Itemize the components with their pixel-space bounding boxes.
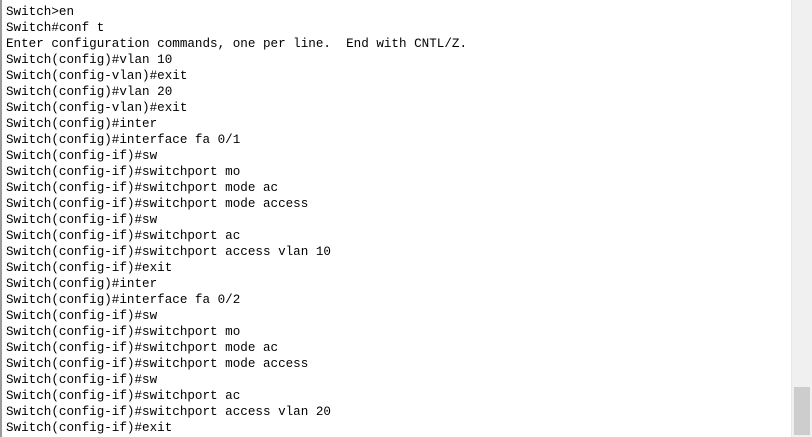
terminal-line: Switch(config-if)#switchport ac [6, 229, 241, 243]
terminal-line: Switch(config-if)#switchport access vlan… [6, 245, 331, 259]
terminal-line: Switch(config-if)#sw [6, 373, 158, 387]
terminal-line: Switch(config-vlan)#exit [6, 69, 188, 83]
terminal-line: Switch(config)#vlan 20 [6, 85, 173, 99]
terminal-line: Switch(config-if)#sw [6, 149, 158, 163]
terminal-line: Switch(config)#inter [6, 117, 158, 131]
terminal-line: Switch(config-vlan)#exit [6, 101, 188, 115]
terminal-line: Switch(config-if)#switchport mode access [6, 197, 309, 211]
vertical-scrollbar[interactable] [791, 0, 812, 437]
terminal-line: Switch(config)#interface fa 0/2 [6, 293, 241, 307]
terminal-line: Switch(config-if)#sw [6, 213, 158, 227]
terminal-line: Switch(config-if)#sw [6, 309, 158, 323]
terminal-line: Switch>en [6, 5, 75, 19]
terminal-line: Switch(config-if)#switchport mode ac [6, 341, 279, 355]
terminal-line: Switch(config-if)#switchport mode access [6, 357, 309, 371]
scrollbar-thumb[interactable] [794, 387, 810, 435]
cli-window: Switch>en Switch#conf t Enter configuratio… [0, 0, 812, 437]
terminal-line: Switch(config-if)#switchport access vlan… [6, 405, 331, 419]
terminal-line: Switch(config)#vlan 10 [6, 53, 173, 67]
terminal-line: Switch#conf t [6, 21, 105, 35]
terminal-output[interactable]: Switch>en Switch#conf t Enter configuratio… [6, 4, 788, 437]
terminal-line: Enter configuration commands, one per li… [6, 37, 468, 51]
terminal-line: Switch(config)#inter [6, 277, 158, 291]
terminal-line: Switch(config-if)#switchport ac [6, 389, 241, 403]
terminal-line: Switch(config-if)#switchport mo [6, 325, 241, 339]
terminal-line: Switch(config-if)#switchport mode ac [6, 181, 279, 195]
terminal-line: Switch(config-if)#switchport mo [6, 165, 241, 179]
window-left-border [0, 0, 2, 437]
terminal-line: Switch(config-if)#exit [6, 421, 173, 435]
terminal-line: Switch(config)#interface fa 0/1 [6, 133, 241, 147]
terminal-line: Switch(config-if)#exit [6, 261, 173, 275]
